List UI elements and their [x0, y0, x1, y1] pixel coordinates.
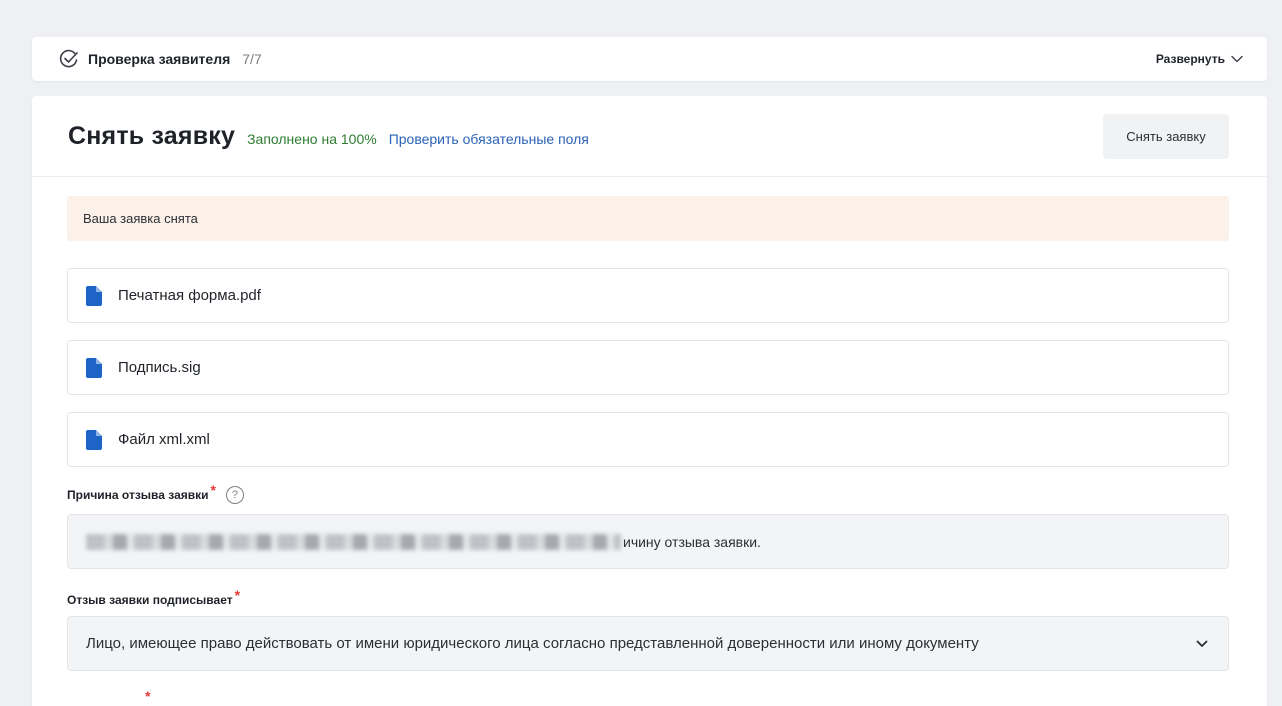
- file-name: Печатная форма.pdf: [118, 287, 261, 304]
- file-item-sig[interactable]: Подпись.sig: [67, 340, 1229, 395]
- file-name: Подпись.sig: [118, 359, 201, 376]
- chevron-down-icon: [1196, 640, 1208, 647]
- form-header-left: Снять заявку Заполнено на 100% Проверить…: [68, 122, 589, 151]
- required-mark: *: [234, 587, 241, 603]
- help-icon[interactable]: ?: [225, 486, 244, 504]
- signer-field-label: Отзыв заявки подписывает *: [67, 587, 240, 608]
- status-notice: Ваша заявка снята: [67, 196, 1229, 241]
- signer-selected-value: Лицо, имеющее право действовать от имени…: [86, 635, 979, 652]
- file-icon: [86, 285, 102, 306]
- page-title: Снять заявку: [68, 121, 236, 150]
- expand-label: Развернуть: [1155, 52, 1225, 66]
- reason-label-text: Причина отзыва заявки: [67, 488, 209, 502]
- signer-label-text: Отзыв заявки подписывает: [67, 593, 233, 607]
- next-field-label: *: [67, 688, 150, 706]
- required-mark: *: [210, 482, 216, 498]
- redacted-text: [86, 533, 621, 550]
- withdraw-form-card: Снять заявку Заполнено на 100% Проверить…: [32, 96, 1267, 706]
- file-item-xml[interactable]: Файл xml.xml: [67, 412, 1229, 467]
- applicant-check-title: Проверка заявителя: [88, 51, 231, 67]
- check-circle-icon: [59, 49, 78, 68]
- reason-input-value: ичину отзыва заявки.: [623, 533, 761, 550]
- chevron-down-icon: [1231, 55, 1243, 63]
- file-name: Файл xml.xml: [118, 431, 210, 448]
- signer-select[interactable]: Лицо, имеющее право действовать от имени…: [67, 616, 1229, 671]
- fill-status: Заполнено на 100%: [247, 130, 377, 147]
- required-mark: *: [145, 688, 151, 704]
- applicant-check-panel: Проверка заявителя 7/7 Развернуть: [32, 37, 1267, 81]
- applicant-check-count: 7/7: [242, 51, 262, 67]
- form-header: Снять заявку Заполнено на 100% Проверить…: [32, 96, 1267, 177]
- reason-field-label: Причина отзыва заявки * ?: [67, 482, 244, 504]
- file-icon: [86, 357, 102, 378]
- reason-input[interactable]: ичину отзыва заявки.: [67, 514, 1229, 569]
- withdraw-button[interactable]: Снять заявку: [1103, 113, 1229, 159]
- applicant-check-header: Проверка заявителя 7/7: [58, 48, 262, 70]
- file-icon: [86, 429, 102, 450]
- expand-button[interactable]: Развернуть: [1156, 52, 1243, 66]
- file-item-pdf[interactable]: Печатная форма.pdf: [67, 268, 1229, 323]
- check-required-fields-link[interactable]: Проверить обязательные поля: [389, 131, 589, 147]
